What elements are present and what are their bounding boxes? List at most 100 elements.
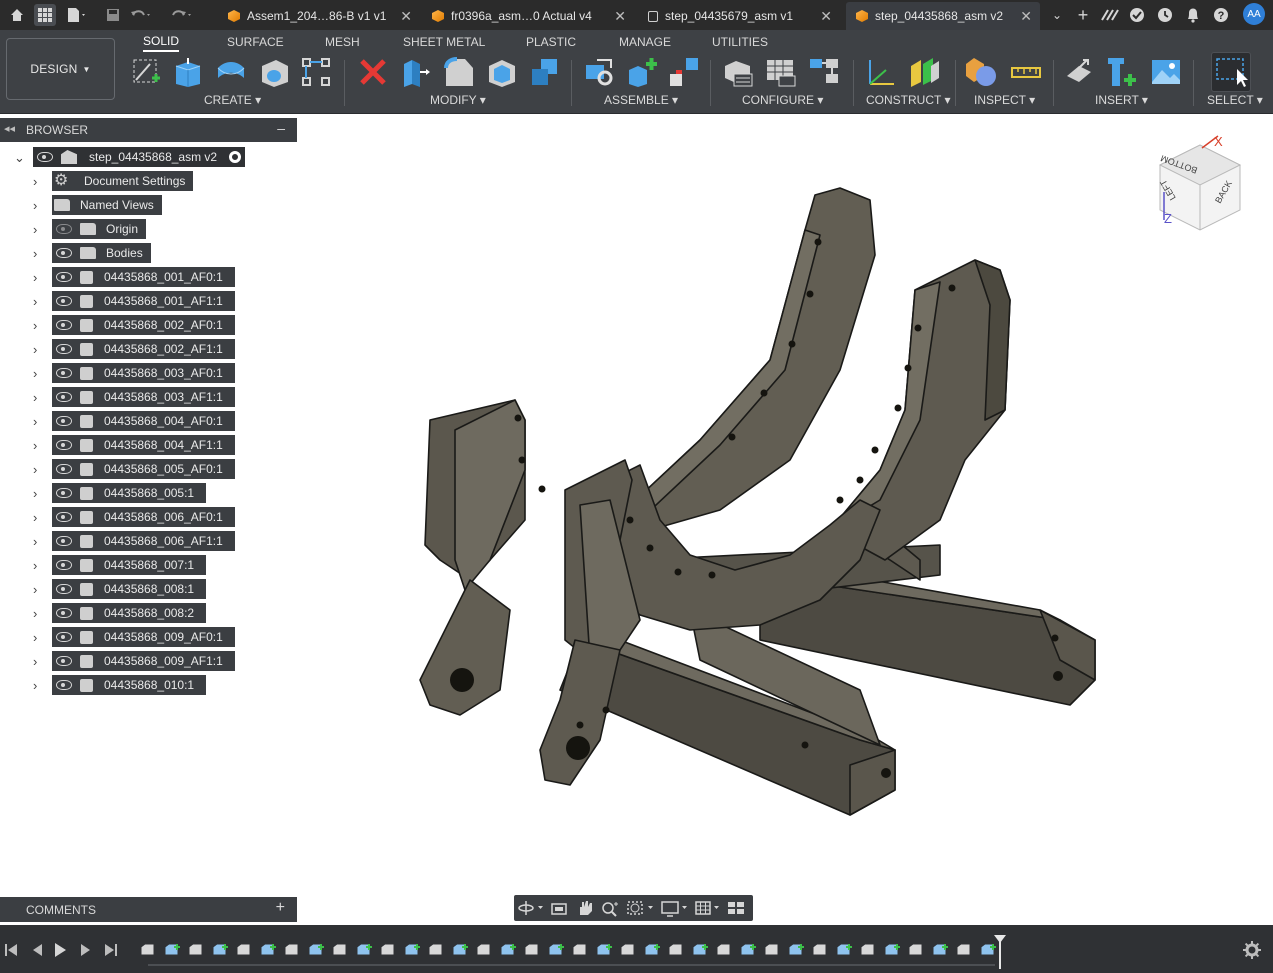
component-node[interactable]: 04435868_003_AF1:1 xyxy=(52,387,235,407)
component-node[interactable]: 04435868_007:1 xyxy=(52,555,207,575)
close-icon[interactable]: ✕ xyxy=(400,8,412,25)
tab-surface[interactable]: SURFACE xyxy=(227,32,284,52)
visibility-eye-icon[interactable] xyxy=(56,536,72,546)
browser-component-row[interactable]: › 04435868_004_AF1:1 xyxy=(0,434,297,456)
timeline-component-feature[interactable] xyxy=(332,943,347,956)
browser-component-row[interactable]: › 04435868_001_AF1:1 xyxy=(0,290,297,312)
active-radio-icon[interactable] xyxy=(229,151,242,163)
timeline-component-feature[interactable] xyxy=(716,943,731,956)
timeline-component-feature[interactable] xyxy=(956,943,971,956)
combine-icon[interactable] xyxy=(529,56,561,88)
timeline-joint-feature[interactable] xyxy=(788,943,804,956)
timeline-joint-feature[interactable] xyxy=(548,943,564,956)
chevron-right-icon[interactable]: › xyxy=(33,414,43,429)
browser-component-row[interactable]: › 04435868_003_AF0:1 xyxy=(0,362,297,384)
timeline-joint-feature[interactable] xyxy=(356,943,372,956)
new-tab-plus-icon[interactable]: + xyxy=(1072,4,1094,26)
extrude-icon[interactable] xyxy=(172,56,204,88)
notifications-bell-icon[interactable] xyxy=(1182,4,1204,26)
browser-component-row[interactable]: › 04435868_001_AF0:1 xyxy=(0,266,297,288)
document-tab-3[interactable]: step_04435679_asm v1 ✕ xyxy=(640,2,840,30)
press-pull-icon[interactable] xyxy=(400,56,432,88)
extensions-icon[interactable] xyxy=(1099,4,1121,26)
chevron-right-icon[interactable]: › xyxy=(33,198,43,213)
fit-view-icon[interactable] xyxy=(627,901,653,915)
component-node[interactable]: 04435868_008:2 xyxy=(52,603,207,623)
timeline-component-feature[interactable] xyxy=(812,943,827,956)
browser-component-row[interactable]: › 04435868_009_AF0:1 xyxy=(0,626,297,648)
timeline-joint-feature[interactable] xyxy=(740,943,756,956)
browser-folder-row[interactable]: › Origin xyxy=(0,218,297,240)
chevron-right-icon[interactable]: › xyxy=(33,486,43,501)
timeline-joint-feature[interactable] xyxy=(596,943,612,956)
chevron-right-icon[interactable]: › xyxy=(33,366,43,381)
comments-panel-header[interactable]: COMMENTS + xyxy=(0,897,297,922)
visibility-eye-icon[interactable] xyxy=(56,392,72,402)
timeline-component-feature[interactable] xyxy=(764,943,779,956)
visibility-eye-icon[interactable] xyxy=(56,296,72,306)
component-node[interactable]: 04435868_009_AF0:1 xyxy=(52,627,235,647)
select-group-label[interactable]: SELECT ▾ xyxy=(1207,93,1263,107)
construct-axis-icon[interactable] xyxy=(866,56,898,88)
browser-folder-row[interactable]: › Bodies xyxy=(0,242,297,264)
timeline-joint-feature[interactable] xyxy=(164,943,180,956)
grid-settings-icon[interactable] xyxy=(695,901,719,915)
shell-icon[interactable] xyxy=(486,56,518,88)
timeline-joint-feature[interactable] xyxy=(980,943,996,956)
view-cube[interactable]: Z X BOTTOM LEFT BACK xyxy=(1150,130,1255,240)
browser-folder-row[interactable]: › Named Views xyxy=(0,194,297,216)
component-node[interactable]: 04435868_006_AF0:1 xyxy=(52,507,235,527)
chevron-right-icon[interactable]: › xyxy=(33,318,43,333)
visibility-eye-icon[interactable] xyxy=(56,656,72,666)
delete-x-icon[interactable] xyxy=(357,56,389,88)
job-status-icon[interactable] xyxy=(1126,4,1148,26)
browser-component-row[interactable]: › 04435868_006_AF0:1 xyxy=(0,506,297,528)
parameter-table-icon[interactable] xyxy=(765,56,797,88)
browser-component-row[interactable]: › 04435868_005:1 xyxy=(0,482,297,504)
folder-node[interactable]: Origin xyxy=(52,219,147,239)
chevron-right-icon[interactable]: › xyxy=(33,462,43,477)
chevron-down-icon[interactable]: ⌄ xyxy=(14,150,25,165)
visibility-eye-icon[interactable] xyxy=(56,368,72,378)
chevron-right-icon[interactable]: › xyxy=(33,174,43,189)
chevron-right-icon[interactable]: › xyxy=(33,246,43,261)
timeline-joint-feature[interactable] xyxy=(212,943,228,956)
revolve-icon[interactable] xyxy=(215,56,247,88)
chevron-right-icon[interactable]: › xyxy=(33,438,43,453)
create-sketch-icon[interactable] xyxy=(130,56,162,88)
chevron-right-icon[interactable]: › xyxy=(33,294,43,309)
step-back-icon[interactable] xyxy=(33,944,42,956)
folder-node[interactable]: Bodies xyxy=(52,243,151,263)
component-node[interactable]: 04435868_008:1 xyxy=(52,579,207,599)
timeline-component-feature[interactable] xyxy=(140,943,155,956)
configure-group-label[interactable]: CONFIGURE ▾ xyxy=(742,93,823,107)
joint-icon[interactable] xyxy=(583,56,615,88)
folder-node[interactable]: ⚙ Document Settings xyxy=(52,171,194,191)
hole-icon[interactable] xyxy=(258,56,290,88)
as-built-joint-icon[interactable] xyxy=(668,56,700,88)
visibility-eye-icon[interactable] xyxy=(56,248,72,258)
collapse-panel-icon[interactable]: ◂◂ xyxy=(4,122,15,135)
timeline-joint-feature[interactable] xyxy=(932,943,948,956)
component-node[interactable]: 04435868_002_AF1:1 xyxy=(52,339,235,359)
component-node[interactable]: 04435868_005:1 xyxy=(52,483,207,503)
browser-component-row[interactable]: › 04435868_008:2 xyxy=(0,602,297,624)
chevron-right-icon[interactable]: › xyxy=(33,222,43,237)
insert-derive-icon[interactable] xyxy=(1063,56,1095,88)
select-tool-button[interactable] xyxy=(1211,52,1251,92)
browser-component-row[interactable]: › 04435868_007:1 xyxy=(0,554,297,576)
visibility-eye-icon[interactable] xyxy=(56,464,72,474)
data-panel-grid-icon[interactable] xyxy=(34,4,56,26)
orbit-icon[interactable] xyxy=(518,901,543,915)
tab-overflow-chevron-icon[interactable]: ⌄ xyxy=(1046,4,1068,26)
close-icon[interactable]: ✕ xyxy=(820,8,832,25)
chevron-right-icon[interactable]: › xyxy=(33,630,43,645)
visibility-eye-icon[interactable] xyxy=(56,560,72,570)
browser-component-row[interactable]: › 04435868_002_AF1:1 xyxy=(0,338,297,360)
timeline-joint-feature[interactable] xyxy=(500,943,516,956)
new-component-icon[interactable] xyxy=(626,56,658,88)
go-to-start-icon[interactable] xyxy=(5,944,17,956)
timeline-component-feature[interactable] xyxy=(380,943,395,956)
create-group-label[interactable]: CREATE ▾ xyxy=(204,93,261,107)
save-icon[interactable] xyxy=(102,4,124,26)
